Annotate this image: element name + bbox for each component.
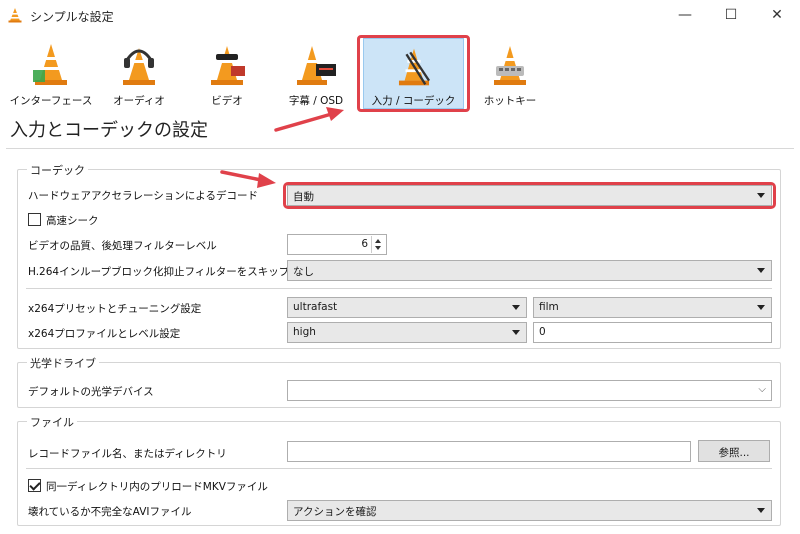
browse-button[interactable]: 参照...	[698, 440, 770, 462]
x264-tune-select[interactable]: film	[533, 297, 772, 318]
record-dir-label: レコードファイル名、またはディレクトリ	[28, 448, 227, 460]
group-separator	[26, 468, 772, 469]
codecs-group: コーデック ハードウェアアクセラレーションによるデコード 自動 高速シーク ビデ…	[17, 162, 781, 349]
x264-level-input[interactable]: 0	[533, 322, 772, 343]
category-label: インターフェース	[9, 95, 93, 107]
x264-preset-value: ultrafast	[293, 301, 338, 313]
group-separator	[26, 288, 772, 289]
x264-profile-select[interactable]: high	[287, 322, 527, 343]
category-interface[interactable]: インターフェース	[8, 36, 94, 112]
browse-button-label: 参照...	[718, 447, 750, 459]
chevron-down-icon: ⌵	[758, 384, 766, 395]
category-video[interactable]: ビデオ	[194, 36, 260, 112]
h264-skip-value: なし	[293, 266, 314, 278]
postproc-value: 6	[361, 238, 368, 250]
hw-decoding-label: ハードウェアアクセラレーションによるデコード	[28, 190, 258, 202]
close-button[interactable]: ✕	[754, 0, 800, 30]
audio-icon	[123, 48, 155, 85]
highlight-selected-category	[357, 35, 470, 112]
video-icon	[211, 46, 245, 85]
x264-level-value: 0	[539, 326, 546, 338]
h264-skip-select[interactable]: なし	[287, 260, 772, 281]
x264-profile-label: x264プロファイルとレベル設定	[28, 328, 181, 340]
close-icon: ✕	[771, 7, 783, 23]
minimize-button[interactable]: —	[662, 0, 708, 30]
dropdown-arrow-icon	[512, 305, 520, 310]
x264-preset-label: x264プリセットとチューニング設定	[28, 303, 202, 315]
fast-seek-checkbox[interactable]	[28, 213, 41, 226]
spin-up-icon[interactable]	[375, 239, 381, 243]
window-title: シンプルな設定	[30, 10, 114, 24]
damaged-avi-value: アクションを確認	[293, 506, 377, 518]
spin-buttons[interactable]	[371, 236, 385, 253]
dropdown-arrow-icon	[757, 305, 765, 310]
preload-mkv-checkbox[interactable]	[28, 479, 41, 492]
category-label: 字幕 / OSD	[288, 95, 344, 107]
dropdown-arrow-icon	[757, 508, 765, 513]
category-hotkeys[interactable]: ホットキー	[478, 36, 542, 112]
preload-mkv-label: 同一ディレクトリ内のプリロードMKVファイル	[46, 481, 268, 493]
x264-profile-value: high	[293, 326, 316, 338]
spin-down-icon[interactable]	[375, 246, 381, 250]
group-title: ファイル	[27, 414, 77, 430]
category-subtitles[interactable]: 字幕 / OSD	[278, 36, 354, 112]
interface-icon	[33, 44, 67, 85]
maximize-button[interactable]: ☐	[708, 0, 754, 30]
maximize-icon: ☐	[724, 7, 738, 23]
dropdown-arrow-icon	[512, 330, 520, 335]
heading-divider	[6, 148, 794, 149]
group-title: 光学ドライブ	[27, 355, 99, 371]
damaged-avi-label: 壊れているか不完全なAVIファイル	[28, 506, 192, 518]
record-dir-input[interactable]	[287, 441, 691, 462]
x264-preset-select[interactable]: ultrafast	[287, 297, 527, 318]
optical-group: 光学ドライブ デフォルトの光学デバイス ⌵	[17, 355, 781, 408]
x264-tune-value: film	[539, 301, 559, 313]
highlight-hw-decoding	[283, 182, 776, 209]
page-title: 入力とコーデックの設定	[10, 120, 208, 141]
damaged-avi-select[interactable]: アクションを確認	[287, 500, 772, 521]
group-title: コーデック	[27, 162, 88, 178]
category-audio[interactable]: オーディオ	[104, 36, 174, 112]
title-bar: シンプルな設定 — ☐ ✕	[0, 0, 800, 30]
category-label: オーディオ	[113, 95, 165, 107]
vlc-cone-icon	[8, 8, 22, 23]
fast-seek-label: 高速シーク	[46, 215, 99, 227]
hotkeys-icon	[494, 46, 526, 85]
dropdown-arrow-icon	[757, 268, 765, 273]
minimize-icon: —	[678, 7, 692, 23]
category-label: ホットキー	[483, 95, 537, 107]
h264-skip-label: H.264インループブロック化抑止フィルターをスキップ	[28, 266, 290, 278]
optical-device-select[interactable]: ⌵	[287, 380, 772, 401]
subtitles-icon	[297, 46, 336, 85]
category-label: ビデオ	[211, 95, 243, 107]
files-group: ファイル レコードファイル名、またはディレクトリ 参照... 同一ディレクトリ内…	[17, 414, 781, 526]
postproc-spinbox[interactable]: 6	[287, 234, 387, 255]
postproc-label: ビデオの品質、後処理フィルターレベル	[28, 240, 217, 252]
optical-device-label: デフォルトの光学デバイス	[28, 386, 154, 398]
